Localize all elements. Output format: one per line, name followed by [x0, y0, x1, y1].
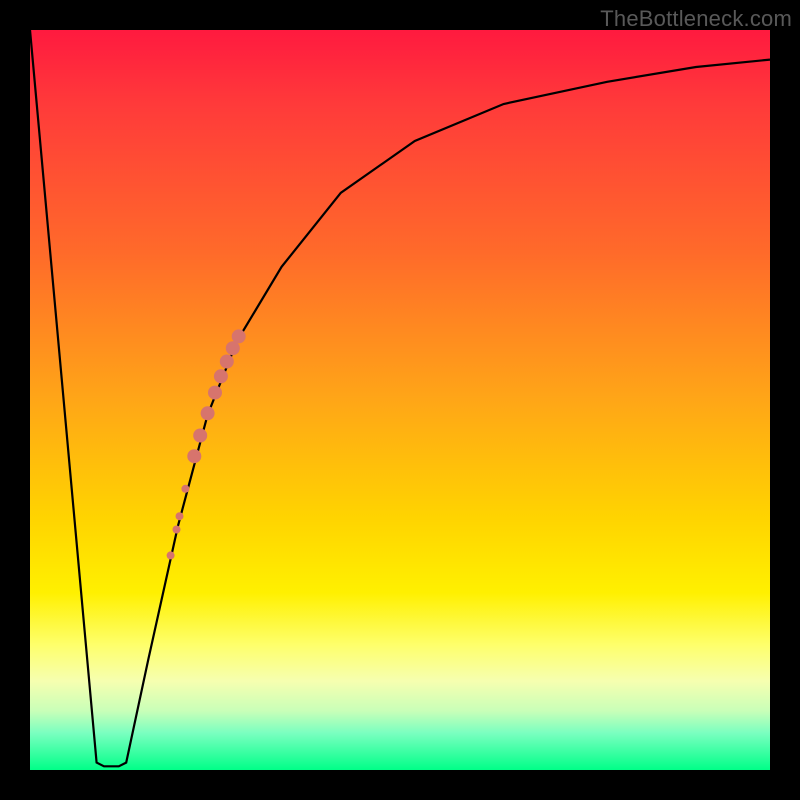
data-marker	[176, 512, 184, 520]
data-marker	[173, 526, 181, 534]
watermark-text: TheBottleneck.com	[600, 6, 792, 32]
data-marker	[193, 429, 207, 443]
data-marker	[220, 355, 234, 369]
data-marker	[208, 386, 222, 400]
chart-frame: TheBottleneck.com	[0, 0, 800, 800]
data-marker	[181, 485, 189, 493]
data-marker	[232, 329, 246, 343]
data-marker	[201, 406, 215, 420]
data-marker	[214, 369, 228, 383]
data-marker	[167, 551, 175, 559]
data-marker	[187, 449, 201, 463]
plot-area	[30, 30, 770, 770]
bottleneck-curve	[30, 30, 770, 766]
chart-svg	[30, 30, 770, 770]
